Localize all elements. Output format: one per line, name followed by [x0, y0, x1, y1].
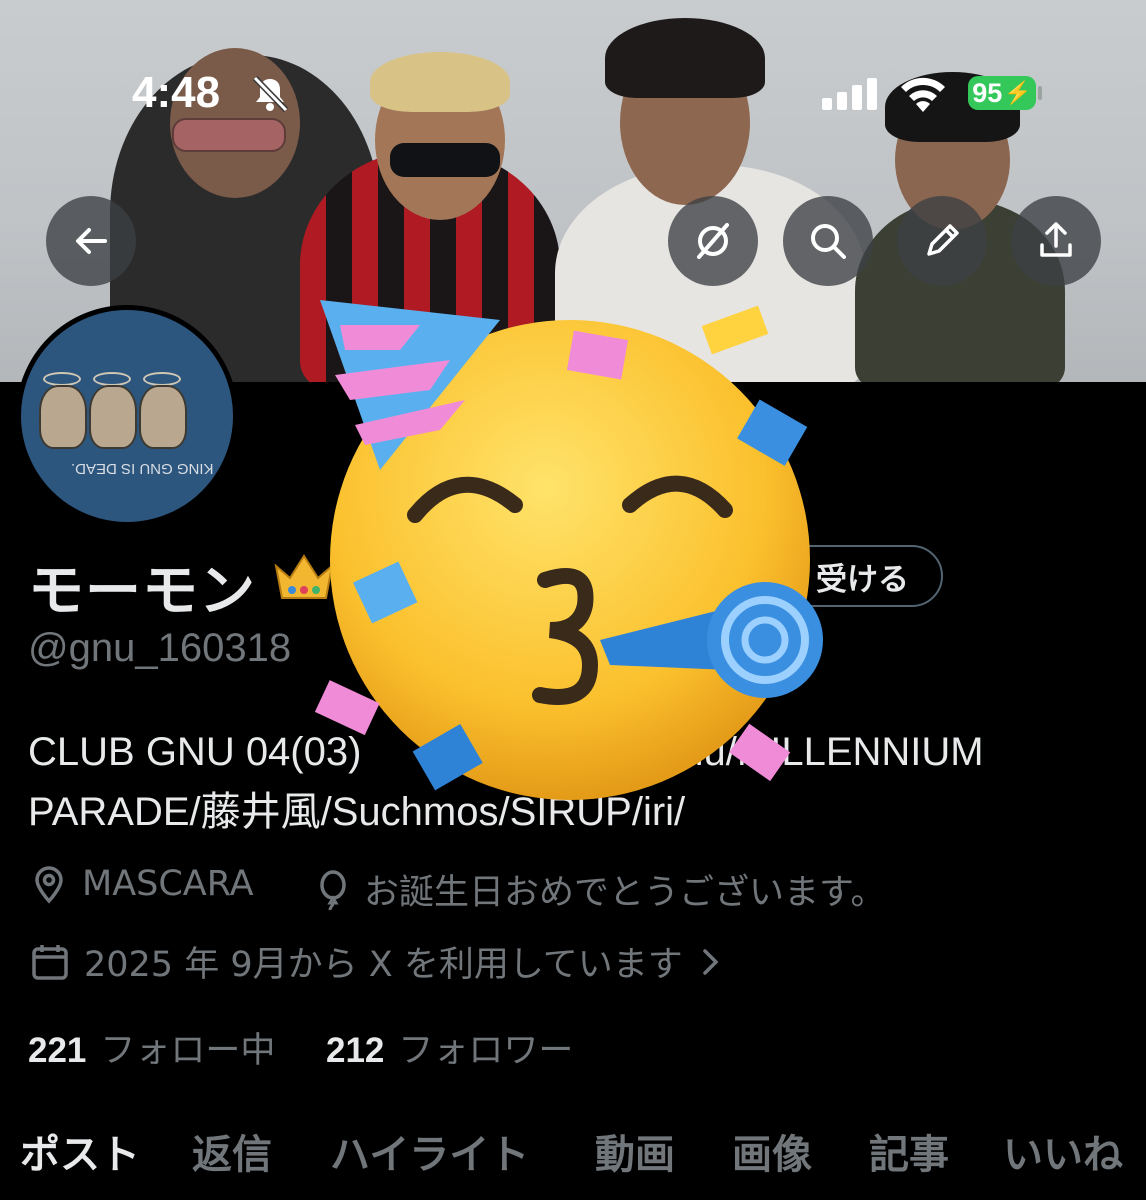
avatar-halo [43, 372, 81, 386]
crown-emoji [274, 554, 334, 599]
tab-posts[interactable]: ポスト [20, 1122, 140, 1180]
subscribe-label: 受ける [816, 561, 909, 598]
banner-person-hair [370, 52, 510, 112]
bio-line: CLUB GNU 04(03) ngGnu/MILLENNIUM [28, 722, 1128, 782]
profile-bio: CLUB GNU 04(03) ngGnu/MILLENNIUM PARADE/… [28, 722, 1128, 842]
battery-charging-icon: 95 ⚡ [968, 76, 1036, 110]
following-link[interactable]: 221 フォロー中 [28, 1022, 275, 1073]
subscribe-button[interactable]: 受ける [760, 545, 943, 607]
edit-button[interactable] [897, 196, 987, 286]
profile-handle: @gnu_160318 [28, 626, 292, 670]
back-button[interactable] [46, 196, 136, 286]
banner-person-hair [605, 18, 765, 98]
tab-highlights[interactable]: ハイライト [330, 1122, 529, 1180]
avatar-halo [143, 372, 181, 386]
location-pin-icon [35, 866, 63, 904]
battery-cap [1038, 86, 1042, 100]
profile-location: MASCARA [30, 864, 254, 904]
avatar-print-text: KING GNU IS DEAD. [71, 460, 214, 477]
status-time: 4:48 [132, 68, 221, 117]
cellular-signal-icon [822, 78, 877, 110]
bio-text: ngGnu/MILLENNIUM [605, 730, 984, 774]
back-arrow-icon [76, 228, 107, 254]
following-label: フォロー中 [100, 1031, 276, 1071]
search-button[interactable] [783, 196, 873, 286]
banner-sunglasses [172, 118, 286, 152]
chevron-right-icon [703, 948, 719, 975]
followers-label: フォロワー [398, 1031, 574, 1071]
charging-bolt-icon: ⚡ [1004, 80, 1032, 105]
bell-slash-icon [252, 75, 289, 113]
avatar[interactable]: KING GNU IS DEAD. [16, 305, 238, 527]
banner-sunglasses [390, 143, 500, 177]
edit-pencil-icon [927, 224, 959, 256]
followers-count: 212 [326, 1031, 385, 1070]
profile-joined[interactable]: 2025 年 9月から X を利用しています [30, 936, 721, 987]
profile-name: モーモン [28, 559, 256, 624]
avatar-figure [89, 385, 137, 449]
tab-videos[interactable]: 動画 [595, 1122, 675, 1180]
balloon-icon [320, 869, 346, 910]
following-count: 221 [28, 1031, 87, 1070]
grok-button[interactable] [668, 196, 758, 286]
battery-level: 95 [972, 77, 1003, 108]
birthday-text: お誕生日おめでとうございます。 [364, 873, 886, 913]
profile-birthday: お誕生日おめでとうございます。 [316, 864, 886, 915]
tab-articles[interactable]: 記事 [869, 1122, 949, 1180]
search-icon [811, 224, 846, 259]
avatar-figure [139, 385, 187, 449]
tab-images[interactable]: 画像 [732, 1122, 812, 1180]
location-text: MASCARA [82, 864, 254, 904]
wifi-icon [901, 77, 945, 112]
tab-replies[interactable]: 返信 [192, 1122, 272, 1180]
followers-link[interactable]: 212 フォロワー [326, 1022, 573, 1073]
bio-line: PARADE/藤井風/Suchmos/SIRUP/iri/ [28, 790, 686, 834]
share-button[interactable] [1011, 196, 1101, 286]
tab-likes[interactable]: いいね [1003, 1122, 1123, 1180]
share-icon [1040, 222, 1072, 257]
joined-text: 2025 年 9月から X を利用しています [84, 945, 683, 985]
bio-text: CLUB GNU 04(03) [28, 730, 362, 774]
calendar-icon [32, 944, 68, 980]
grok-icon [697, 223, 729, 259]
avatar-halo [93, 372, 131, 386]
avatar-figure [39, 385, 87, 449]
